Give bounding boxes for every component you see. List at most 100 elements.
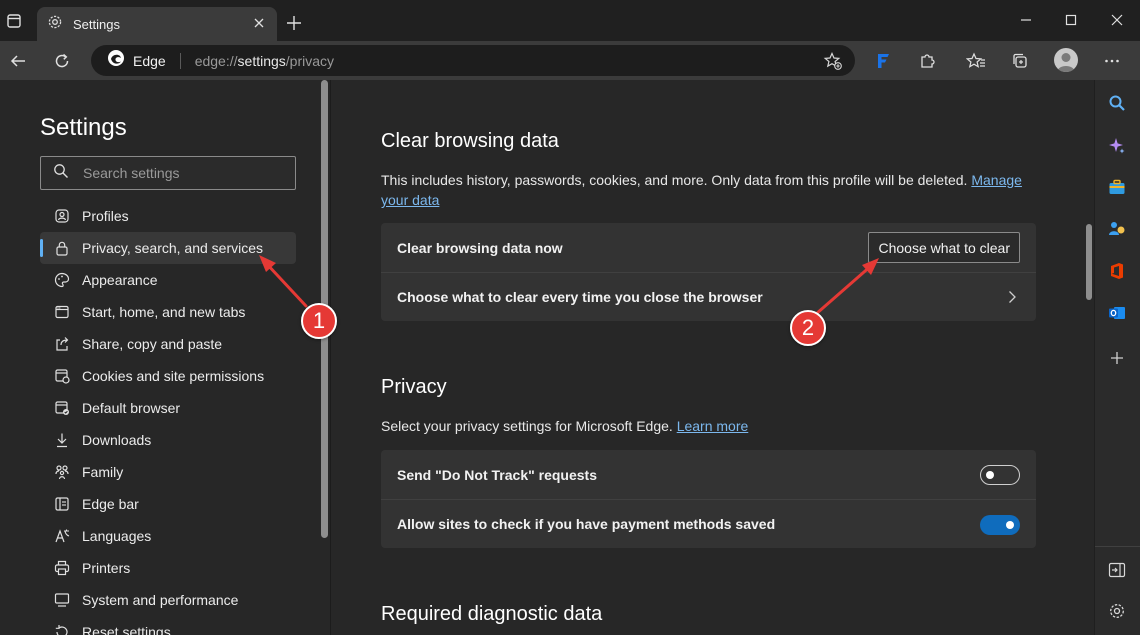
sidebar-item-label: Appearance [82, 272, 158, 288]
payment-methods-row: Allow sites to check if you have payment… [381, 499, 1036, 548]
sidebar-item-label: Profiles [82, 208, 129, 224]
browser-icon [54, 400, 70, 416]
sidebar-scrollbar[interactable] [320, 80, 330, 635]
clear-now-label: Clear browsing data now [397, 239, 563, 256]
system-icon [54, 592, 70, 608]
search-icon [53, 163, 69, 184]
hide-sidebar-icon[interactable] [1107, 560, 1127, 580]
tab-settings[interactable]: Settings [37, 7, 277, 41]
sidebar-item-languages[interactable]: Languages [40, 520, 296, 552]
sidebar-item-reset[interactable]: Reset settings [40, 616, 296, 635]
sidebar-item-downloads[interactable]: Downloads [40, 424, 296, 456]
sidebar-divider [1095, 546, 1140, 547]
do-not-track-toggle[interactable] [980, 465, 1020, 485]
extensions-icon[interactable] [917, 51, 937, 71]
sidebar-item-privacy[interactable]: Privacy, search, and services [40, 232, 296, 264]
sidebar-settings-gear-icon[interactable] [1107, 601, 1127, 621]
sidebar-item-label: System and performance [82, 592, 239, 608]
maximize-icon[interactable] [1063, 12, 1079, 28]
manage-data-link[interactable]: Manage [971, 172, 1022, 188]
search-input[interactable] [83, 165, 283, 181]
sidebar-item-label: Privacy, search, and services [82, 240, 264, 256]
annotation-badge-1: 1 [301, 303, 337, 339]
sidebar-item-profiles[interactable]: Profiles [40, 200, 296, 232]
nav-list: Profiles Privacy, search, and services A… [40, 200, 296, 635]
clear-on-close-label: Choose what to clear every time you clos… [397, 289, 763, 305]
clear-on-close-row[interactable]: Choose what to clear every time you clos… [381, 272, 1036, 321]
sidebar-item-printers[interactable]: Printers [40, 552, 296, 584]
games-people-icon[interactable] [1107, 219, 1127, 239]
sidebar-item-appearance[interactable]: Appearance [40, 264, 296, 296]
sidebar-item-label: Printers [82, 560, 131, 576]
office-icon[interactable] [1107, 261, 1127, 281]
download-icon [54, 432, 70, 448]
sidebar-item-label: Start, home, and new tabs [82, 304, 246, 320]
annotation-badge-2: 2 [790, 310, 826, 346]
manage-data-link-cont[interactable]: your data [381, 192, 439, 208]
edge-bar-icon [54, 496, 70, 512]
favorites-icon[interactable] [966, 51, 986, 71]
palette-icon [54, 272, 70, 288]
search-icon[interactable] [1107, 93, 1127, 113]
add-plus-icon[interactable] [1107, 348, 1127, 368]
sidebar-item-label: Reset settings [82, 624, 171, 635]
add-favorite-icon[interactable] [823, 51, 843, 71]
payment-methods-label: Allow sites to check if you have payment… [397, 516, 776, 532]
main-scroll-thumb[interactable] [1086, 224, 1092, 300]
profile-icon [54, 208, 70, 224]
tab-actions-icon[interactable] [4, 11, 24, 31]
settings-main: Clear browsing data This includes histor… [330, 80, 1094, 635]
sidebar-item-cookies[interactable]: Cookies and site permissions [40, 360, 296, 392]
close-tab-icon[interactable] [251, 15, 267, 31]
payment-methods-toggle[interactable] [980, 515, 1020, 535]
sidebar-title: Settings [40, 114, 127, 141]
share-icon [54, 336, 70, 352]
do-not-track-label: Send "Do Not Track" requests [397, 466, 597, 483]
close-window-icon[interactable] [1109, 12, 1125, 28]
privacy-description: Select your privacy settings for Microso… [381, 418, 749, 434]
new-tab-icon[interactable] [285, 14, 303, 32]
copilot-sparkle-icon[interactable] [1107, 136, 1127, 156]
learn-more-link[interactable]: Learn more [677, 418, 749, 434]
edge-logo-icon [107, 49, 125, 72]
tab-title: Settings [73, 16, 120, 32]
tools-briefcase-icon[interactable] [1107, 177, 1127, 197]
sidebar-item-label: Languages [82, 528, 152, 544]
sidebar-item-edge-bar[interactable]: Edge bar [40, 488, 296, 520]
sidebar-item-default-browser[interactable]: Default browser [40, 392, 296, 424]
url-text[interactable]: edge://settings/privacy [195, 53, 334, 69]
refresh-icon[interactable] [52, 51, 72, 71]
sidebar-item-family[interactable]: Family [40, 456, 296, 488]
clear-data-card: Clear browsing data now Choose what to c… [381, 223, 1036, 321]
reset-icon [54, 624, 70, 635]
back-arrow-icon[interactable] [8, 51, 28, 71]
privacy-card: Send "Do Not Track" requests Allow sites… [381, 450, 1036, 548]
gear-icon [47, 14, 63, 35]
sidebar-item-label: Downloads [82, 432, 152, 448]
family-icon [54, 464, 70, 480]
profile-avatar[interactable] [1054, 48, 1078, 72]
lock-icon [54, 240, 70, 256]
more-options-icon[interactable] [1102, 51, 1122, 71]
sidebar-item-system[interactable]: System and performance [40, 584, 296, 616]
sidebar-item-label: Default browser [82, 400, 181, 416]
clear-now-row: Clear browsing data now Choose what to c… [381, 223, 1036, 272]
toolbar: Edge edge://settings/privacy [0, 41, 1140, 80]
sidebar-item-start-home[interactable]: Start, home, and new tabs [40, 296, 296, 328]
main-scrollbar[interactable] [1084, 80, 1094, 635]
edge-label: Edge [133, 52, 166, 69]
minimize-icon[interactable] [1018, 12, 1034, 28]
address-separator [179, 52, 181, 69]
search-box[interactable] [40, 156, 296, 190]
sidebar-item-label: Family [82, 464, 124, 480]
sidebar-item-share-copy[interactable]: Share, copy and paste [40, 328, 296, 360]
toggle-knob [986, 471, 994, 479]
address-bar[interactable]: Edge edge://settings/privacy [91, 45, 855, 76]
home-tabs-icon [54, 304, 70, 320]
extension-f-icon[interactable] [873, 51, 893, 71]
collections-icon[interactable] [1010, 51, 1030, 71]
outlook-icon[interactable] [1107, 303, 1127, 323]
choose-what-to-clear-button[interactable]: Choose what to clear [868, 232, 1020, 263]
language-icon [54, 528, 70, 544]
toggle-knob [1006, 521, 1014, 529]
